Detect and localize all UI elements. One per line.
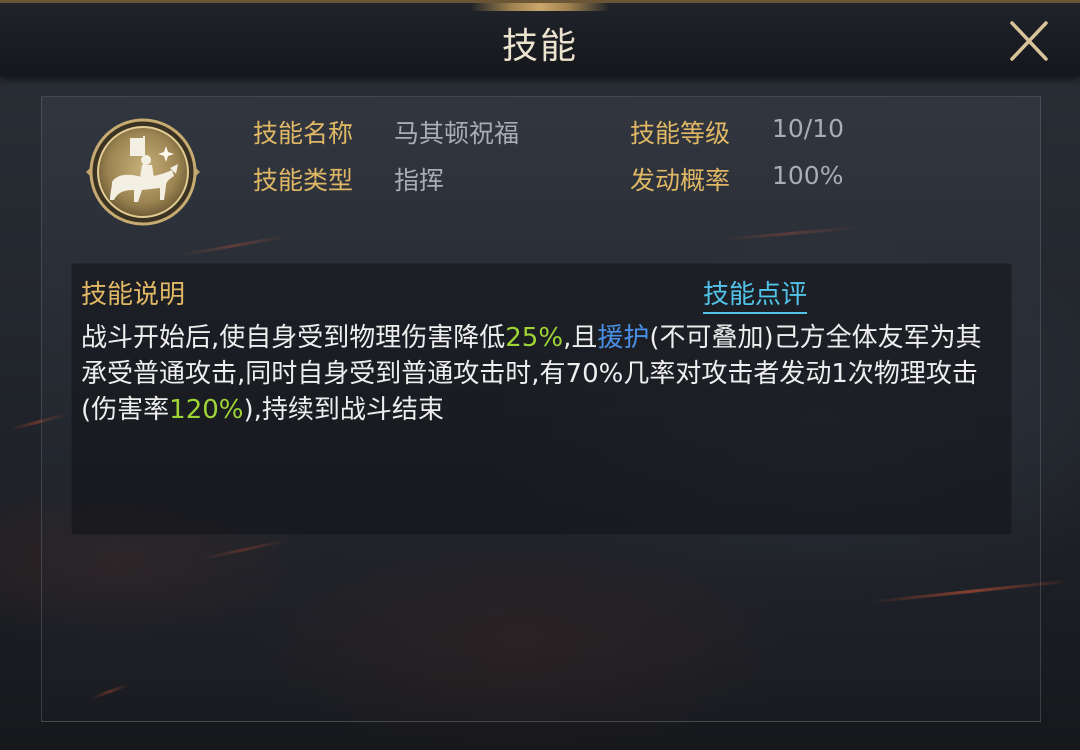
- skill-review-link[interactable]: 技能点评: [703, 274, 808, 314]
- skill-name-label: 技能名称: [253, 119, 354, 148]
- desc-segment: ),持续到战斗结束: [243, 395, 444, 425]
- skill-level-label: 技能等级: [630, 119, 731, 148]
- damage-reduction-value: 25%: [505, 323, 564, 353]
- dialog-title: 技能: [501, 26, 578, 67]
- close-button[interactable]: [1000, 17, 1058, 67]
- title-ornament: [470, 3, 610, 11]
- skill-chance-value: 100%: [772, 161, 844, 190]
- desc-segment: 战斗开始后,使自身受到物理伤害降低: [81, 323, 506, 353]
- skill-type-value: 指挥: [394, 166, 445, 195]
- desc-segment: ,且: [563, 323, 598, 353]
- guard-keyword-link[interactable]: 援护: [597, 323, 649, 353]
- skill-name-value: 马其顿祝福: [394, 119, 520, 148]
- skill-type-label: 技能类型: [253, 166, 354, 195]
- damage-rate-value: 120%: [169, 395, 244, 425]
- skill-level-value: 10/10: [772, 114, 845, 143]
- description-text: 战斗开始后,使自身受到物理伤害降低25%,且援护(不可叠加)己方全体友军为其承受…: [81, 320, 991, 428]
- description-title: 技能说明: [81, 280, 186, 310]
- cavalry-banner-medallion-icon: [86, 118, 200, 226]
- title-bar: 技能: [0, 0, 1080, 76]
- skill-dialog: 技能 技能名称 马其顿祝福 技能类型 指挥 技能等级 10/10 发动概率 10…: [0, 0, 1080, 750]
- skill-icon: [84, 116, 202, 228]
- skill-chance-label: 发动概率: [630, 166, 731, 195]
- close-x-icon: [1010, 21, 1048, 61]
